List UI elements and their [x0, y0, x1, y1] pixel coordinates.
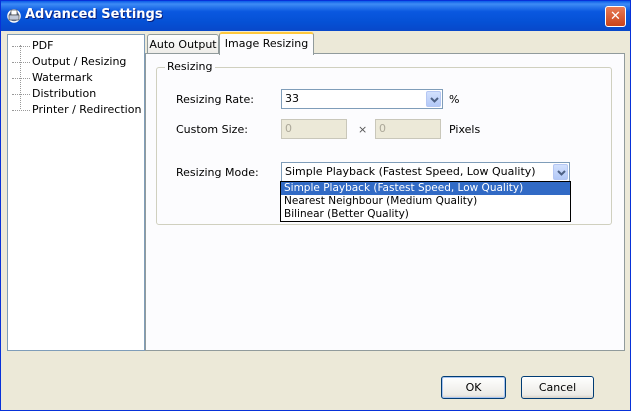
tree-item-label: Watermark [32, 71, 93, 84]
tab-image-resizing[interactable]: Image Resizing [219, 32, 314, 55]
resizing-mode-combo[interactable]: Simple Playback (Fastest Speed, Low Qual… [281, 162, 570, 182]
close-icon: ✕ [610, 9, 621, 24]
tree-item-watermark[interactable]: Watermark [12, 71, 93, 87]
tree-item-label: Output / Resizing [32, 55, 127, 68]
custom-width-input[interactable]: 0 [281, 119, 347, 139]
percent-unit: % [449, 93, 460, 106]
custom-height-input[interactable]: 0 [375, 119, 441, 139]
times-sign: × [358, 123, 368, 136]
resizing-rate-value: 33 [285, 92, 299, 105]
tree-item-output-resizing[interactable]: Output / Resizing [12, 55, 126, 71]
dialog-body: PDF Output / Resizing Watermark Distribu… [4, 31, 627, 407]
close-button[interactable]: ✕ [605, 6, 626, 27]
tree-item-label: Printer / Redirection [32, 103, 142, 116]
printer-settings-icon [7, 9, 21, 23]
chevron-down-icon [557, 170, 566, 176]
resizing-rate-dropdown-button[interactable] [426, 91, 441, 107]
tab-auto-output[interactable]: Auto Output [147, 34, 219, 55]
chevron-down-icon [430, 97, 439, 103]
window-title: Advanced Settings [25, 7, 163, 22]
settings-tree: PDF Output / Resizing Watermark Distribu… [7, 34, 145, 351]
tree-item-label: Distribution [32, 87, 97, 100]
resizing-mode-dropdown-button[interactable] [553, 164, 568, 180]
cancel-button[interactable]: Cancel [521, 376, 594, 399]
resizing-rate-label: Resizing Rate: [176, 93, 254, 106]
resizing-mode-value: Simple Playback (Fastest Speed, Low Qual… [285, 165, 536, 178]
tree-item-distribution[interactable]: Distribution [12, 87, 96, 103]
ok-button[interactable]: OK [441, 376, 506, 399]
resizing-mode-label: Resizing Mode: [176, 166, 259, 179]
resizing-group-title: Resizing [165, 60, 215, 73]
pixels-unit: Pixels [449, 123, 481, 136]
dropdown-option-nearest-neighbour[interactable]: Nearest Neighbour (Medium Quality) [281, 195, 570, 208]
custom-size-label: Custom Size: [176, 123, 248, 136]
advanced-settings-window: Advanced Settings ✕ PDF Output / Resizin… [0, 0, 631, 411]
title-bar[interactable]: Advanced Settings ✕ [1, 1, 630, 31]
tree-item-label: PDF [32, 39, 54, 52]
tree-item-pdf[interactable]: PDF [12, 39, 53, 55]
dropdown-option-simple-playback[interactable]: Simple Playback (Fastest Speed, Low Qual… [281, 182, 570, 195]
tree-item-printer-redirection[interactable]: Printer / Redirection [12, 103, 141, 119]
dropdown-option-bilinear[interactable]: Bilinear (Better Quality) [281, 208, 570, 221]
resizing-rate-combo[interactable]: 33 [281, 89, 443, 109]
resizing-mode-dropdown-list: Simple Playback (Fastest Speed, Low Qual… [280, 181, 571, 222]
